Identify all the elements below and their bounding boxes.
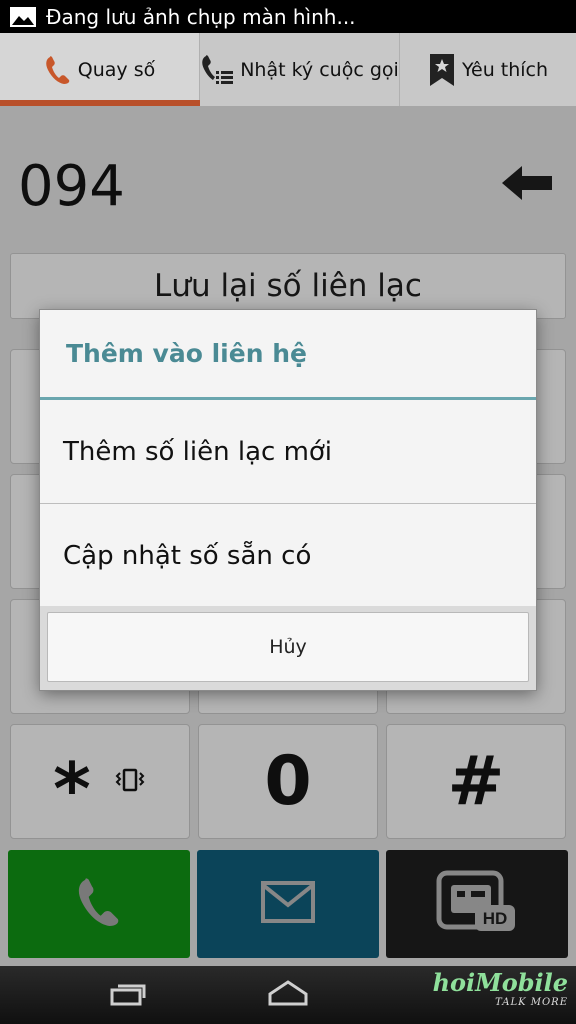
tab-call-log[interactable]: Nhật ký cuộc gọi xyxy=(200,33,400,106)
tab-dial[interactable]: Quay số xyxy=(0,33,200,106)
tab-call-log-label: Nhật ký cuộc gọi xyxy=(240,58,399,81)
watermark-tagline: TALK MORE xyxy=(495,997,568,1008)
tab-bar: Quay số Nhật ký cuộc gọi Yêu thích xyxy=(0,33,576,106)
bookmark-star-icon xyxy=(428,52,456,88)
navigation-bar: hoiMobile TALK MORE xyxy=(0,966,576,1024)
recent-apps-icon[interactable] xyxy=(108,980,148,1012)
notification-text: Đang lưu ảnh chụp màn hình... xyxy=(46,4,356,29)
phone-handset-icon xyxy=(44,54,72,86)
add-to-contacts-dialog: Thêm vào liên hệ Thêm số liên lạc mới Cậ… xyxy=(40,310,536,690)
tab-favorites[interactable]: Yêu thích xyxy=(400,33,576,106)
dialog-footer: Hủy xyxy=(40,606,536,690)
screenshot-icon xyxy=(10,6,36,27)
tab-favorites-label: Yêu thích xyxy=(461,58,549,81)
watermark-logo: hoiMobile TALK MORE xyxy=(433,968,568,1008)
cancel-button[interactable]: Hủy xyxy=(47,612,529,682)
dialog-option-new-contact[interactable]: Thêm số liên lạc mới xyxy=(40,400,536,504)
dialog-option-update-existing[interactable]: Cập nhật số sẵn có xyxy=(40,504,536,608)
tab-dial-label: Quay số xyxy=(77,58,156,81)
status-bar: Đang lưu ảnh chụp màn hình... xyxy=(0,0,576,33)
home-icon[interactable] xyxy=(266,980,310,1012)
call-log-icon xyxy=(200,53,234,87)
dialog-title: Thêm vào liên hệ xyxy=(40,310,536,400)
watermark-text: hoiMobile xyxy=(432,968,568,997)
